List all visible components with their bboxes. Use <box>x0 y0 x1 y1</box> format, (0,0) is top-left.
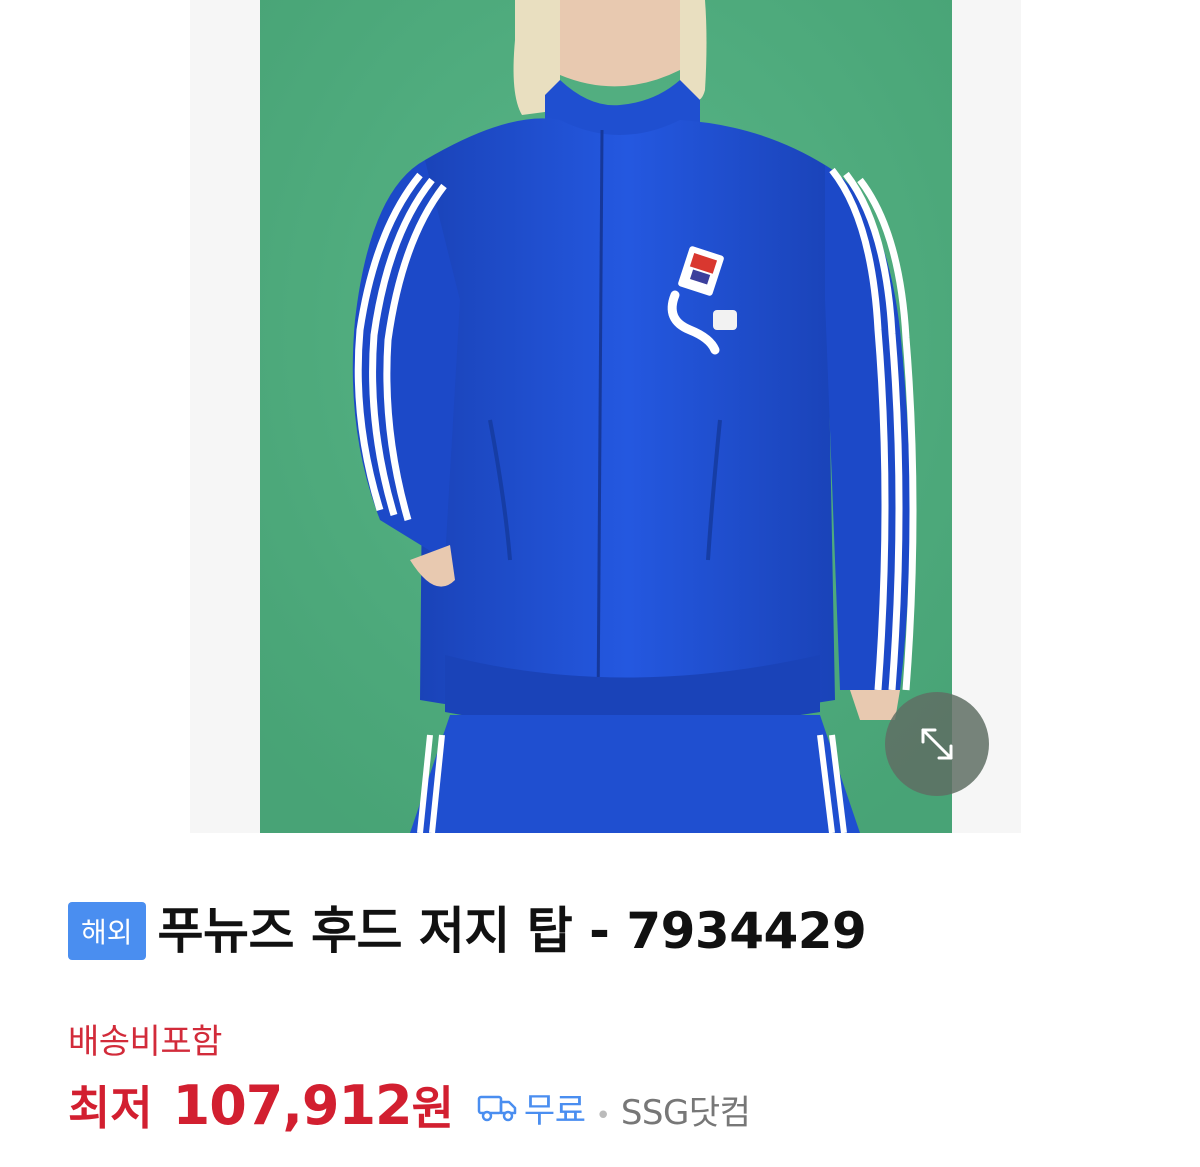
product-title-row: 해외 푸뉴즈 후드 저지 탑 - 7934429 <box>68 902 867 960</box>
lowest-price-label: 최저 <box>68 1081 153 1135</box>
overseas-badge: 해외 <box>68 902 146 960</box>
free-delivery: 무료 <box>476 1083 586 1132</box>
product-photo-frame <box>190 0 1021 833</box>
product-photo[interactable] <box>260 0 952 833</box>
expand-diagonal-icon <box>921 728 953 760</box>
delivery-truck-icon <box>477 1095 517 1122</box>
jacket-photo-illustration <box>260 0 952 833</box>
price-row: 최저 107,912 원 무료 • SSG닷컴 <box>68 1072 751 1138</box>
price-unit: 원 <box>411 1081 454 1135</box>
zoom-button[interactable] <box>885 692 989 796</box>
price-value: 107,912 <box>172 1074 413 1137</box>
delivery-label: 무료 <box>523 1090 586 1131</box>
product-image-area <box>0 0 1200 833</box>
product-title[interactable]: 푸뉴즈 후드 저지 탑 - 7934429 <box>158 906 867 956</box>
separator-dot: • <box>595 1101 611 1131</box>
seller-name[interactable]: SSG닷컴 <box>621 1085 751 1134</box>
shipping-included-note: 배송비포함 <box>68 1022 222 1062</box>
